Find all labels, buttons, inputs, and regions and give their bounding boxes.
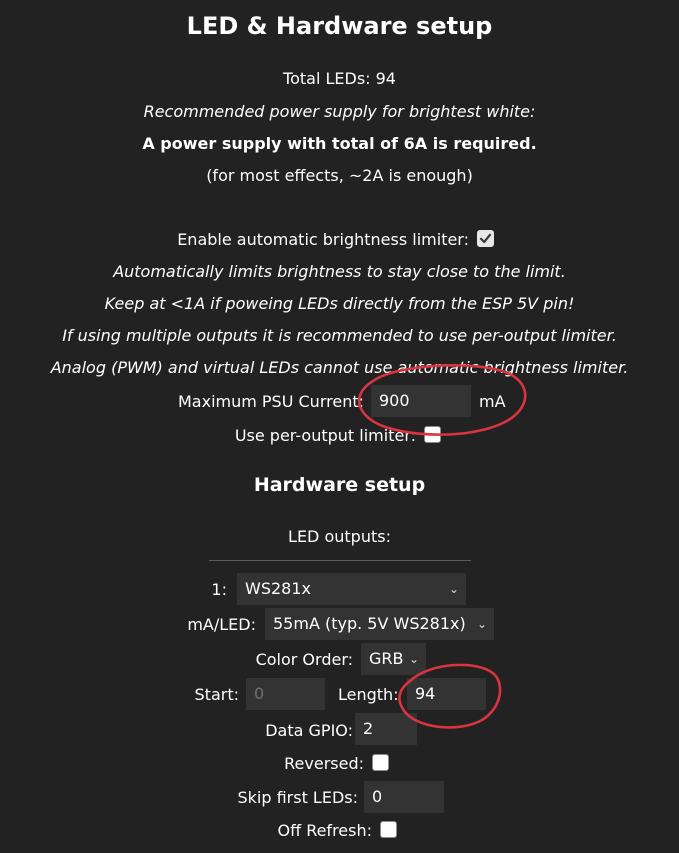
led-outputs-label: LED outputs: [288,527,391,546]
page-title: LED & Hardware setup [186,12,493,40]
limiter-note-2: Keep at <1A if poweing LEDs directly fro… [104,294,575,313]
off-refresh-checkbox[interactable] [380,821,397,838]
max-current-label: Maximum PSU Current: [177,392,364,411]
led-outputs-divider [209,560,471,561]
limiter-note-3: If using multiple outputs it is recommen… [62,326,617,345]
color-order-label: Color Order: [255,650,353,669]
skip-first-leds-input[interactable]: 0 [364,781,444,813]
length-label: Length: [338,685,399,704]
limiter-note-4: Analog (PWM) and virtual LEDs cannot use… [50,358,629,377]
chevron-down-icon: ⌄ [448,582,459,596]
off-refresh-label: Off Refresh: [277,821,372,840]
chevron-down-icon: ⌄ [408,652,419,666]
limiter-enable-label: Enable automatic brightness limiter: [177,230,469,249]
checkmark-icon [479,233,492,244]
color-order-select[interactable]: GRB ⌄ [361,643,426,675]
led-type-value: WS281x [245,579,311,598]
limiter-enable-checkbox[interactable] [477,230,494,247]
reversed-checkbox[interactable] [372,754,389,771]
total-leds-text: Total LEDs: 94 [283,69,396,88]
led-type-select[interactable]: WS281x ⌄ [237,573,466,605]
psu-effects-text: (for most effects, ~2A is enough) [206,166,473,185]
ma-led-select[interactable]: 55mA (typ. 5V WS281x) ⌄ [265,608,494,640]
chevron-down-icon: ⌄ [476,617,487,631]
per-output-limiter-label: Use per-output limiter: [234,426,416,445]
skip-first-leds-label: Skip first LEDs: [237,788,358,807]
ma-led-value: 55mA (typ. 5V WS281x) [273,614,466,633]
length-input[interactable]: 94 [407,678,486,710]
start-input[interactable]: 0 [246,678,325,710]
data-gpio-label: Data GPIO: [265,721,353,740]
reversed-label: Reversed: [284,754,364,773]
data-gpio-input[interactable]: 2 [355,713,417,745]
max-current-unit: mA [479,392,506,411]
per-output-limiter-checkbox[interactable] [424,426,441,443]
limiter-note-1: Automatically limits brightness to stay … [113,262,566,281]
psu-recommend-text: Recommended power supply for brightest w… [143,102,536,121]
max-current-input[interactable]: 900 [371,385,471,417]
hardware-setup-title: Hardware setup [253,474,426,496]
psu-required-text: A power supply with total of 6A is requi… [142,134,537,153]
color-order-value: GRB [369,649,404,668]
output-index-label: 1: [211,580,227,599]
ma-led-label: mA/LED: [187,615,256,634]
start-label: Start: [194,685,239,704]
